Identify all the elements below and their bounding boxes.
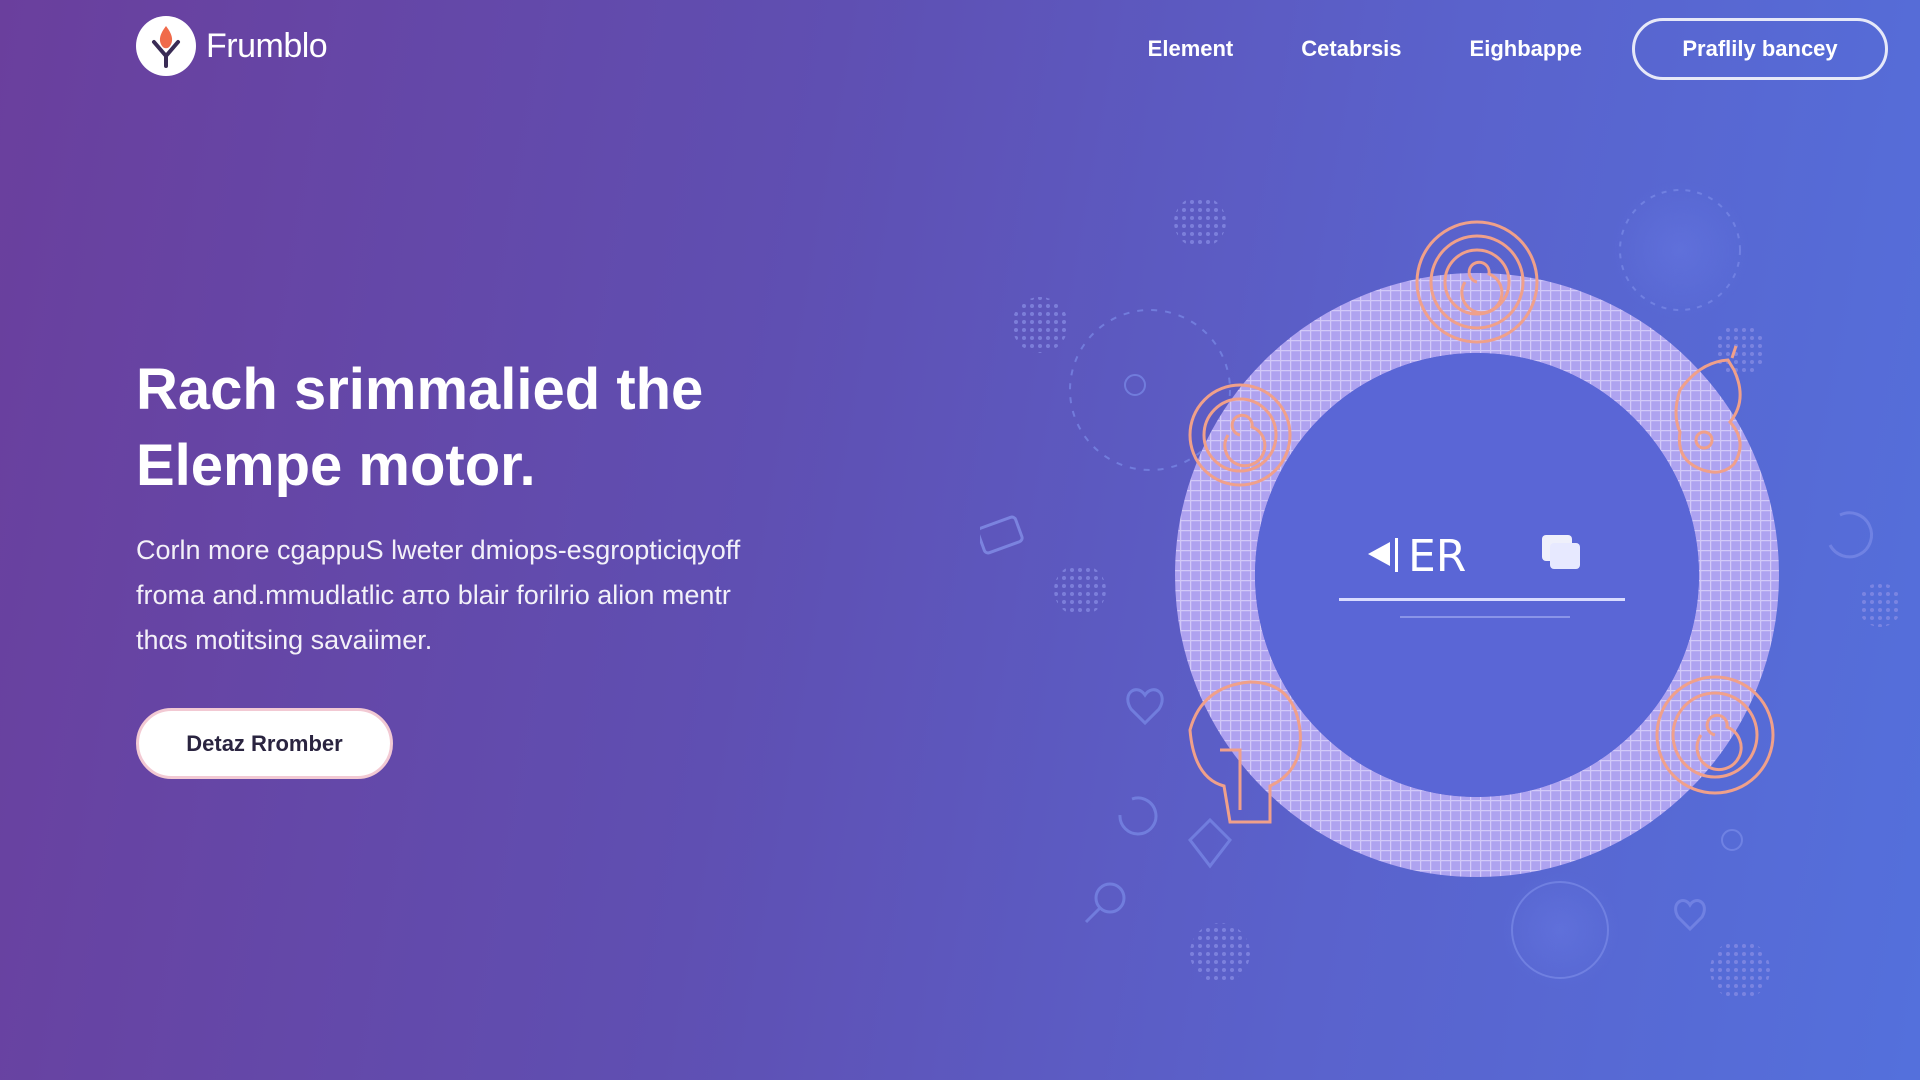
search-icon <box>1094 882 1126 914</box>
spiral-icon <box>1655 675 1775 795</box>
card-icon <box>976 515 1024 555</box>
dotted-sphere-icon <box>1858 583 1902 627</box>
nav-link-eighbappe[interactable]: Eighbappe <box>1470 36 1582 62</box>
dotted-sphere-icon <box>1054 564 1106 616</box>
nav-link-cetabrsis[interactable]: Cetabrsis <box>1301 36 1401 62</box>
logo[interactable]: Frumblo <box>136 16 328 76</box>
header-cta-button[interactable]: Praflily bancey <box>1632 18 1888 80</box>
moon-icon <box>1828 511 1873 559</box>
hero-title: Rach srimmalied the Elempe motor. <box>136 352 856 504</box>
logo-text: Frumblo <box>206 26 328 65</box>
glow-orb <box>1500 870 1620 990</box>
diamond-icon <box>1188 817 1232 869</box>
heart-icon <box>1126 688 1164 726</box>
heart-icon <box>1674 899 1706 932</box>
hero-description-line-3: thαs motitsing savaiimer. <box>136 625 433 655</box>
spiral-icon <box>1188 383 1292 487</box>
dotted-sphere-icon <box>1714 324 1766 376</box>
ring-screen-label: ER <box>1408 531 1466 582</box>
swirl-icon <box>1118 796 1158 836</box>
site-header: Frumblo Element Cetabrsis Eighbappe Praf… <box>0 0 1920 100</box>
flame-logo-icon <box>136 16 196 76</box>
hero-section: Rach srimmalied the Elempe motor. Corln … <box>136 352 856 663</box>
glow-orb <box>1610 180 1750 320</box>
hero-title-line-1: Rach srimmalied the <box>136 357 704 422</box>
main-nav: Element Cetabrsis Eighbappe Praflily ban… <box>1148 18 1888 80</box>
dotted-sphere-icon <box>1710 940 1770 1000</box>
hero-description-line-2: froma and.mmudlatlic aπo blair forilrio … <box>136 580 731 610</box>
divider-line <box>1339 598 1625 601</box>
hero-description: Corln more cgappuS lweter dmiops-esgropt… <box>136 528 836 663</box>
dotted-sphere-icon <box>1174 196 1226 248</box>
nav-link-element[interactable]: Element <box>1148 36 1234 62</box>
illustration-canvas: ER <box>976 180 1902 1000</box>
hero-illustration: ER <box>976 150 1920 1030</box>
hero-cta-button[interactable]: Detaz Rromber <box>136 708 393 779</box>
hero-title-line-2: Elempe motor. <box>136 433 536 498</box>
hero-description-line-1: Corln more cgappuS lweter dmiops-esgropt… <box>136 535 741 565</box>
dotted-sphere-icon <box>1012 297 1068 353</box>
dotted-sphere-icon <box>1190 923 1250 983</box>
